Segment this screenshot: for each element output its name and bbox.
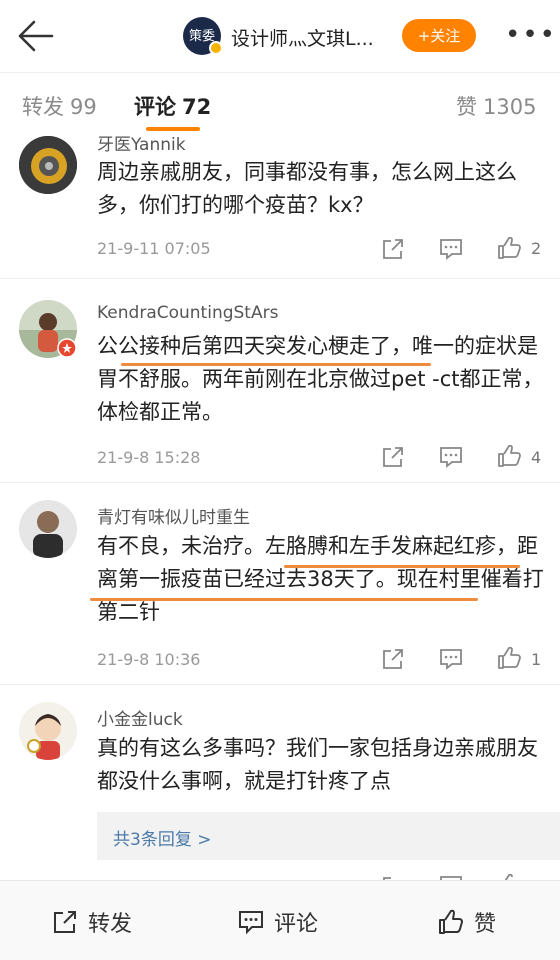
tab-repost-count: 99 — [70, 95, 97, 119]
avatar[interactable] — [19, 702, 77, 760]
comment-username[interactable]: 青灯有味似儿时重生 — [97, 503, 250, 528]
comment-username[interactable]: KendraCountingStArs — [97, 303, 278, 323]
comment-time: 21-9-8 15:28 — [97, 448, 201, 467]
bottom-action-bar: 转发 评论 赞 — [0, 880, 560, 960]
comment-label: 评论 — [274, 912, 319, 937]
comment-icon[interactable] — [438, 647, 464, 671]
share-icon[interactable] — [380, 647, 406, 671]
comment-icon[interactable] — [438, 445, 464, 469]
like-icon[interactable] — [496, 236, 522, 260]
comment-button[interactable]: 评论 — [238, 907, 318, 937]
comment-list: 牙医Yannik 周边亲戚朋友，同事都没有事，怎么网上这么多，你们打的哪个疫苗？… — [0, 136, 560, 880]
like-count: 4 — [531, 448, 542, 467]
tab-bar: 转发 99 评论 72 赞 1305 — [0, 72, 560, 136]
highlight-underline — [284, 565, 520, 568]
tab-repost[interactable]: 转发 99 — [22, 91, 97, 121]
share-icon[interactable] — [380, 237, 406, 261]
comment-time-visible: 21-9-8 10:36 — [97, 650, 201, 669]
like-icon[interactable] — [496, 444, 522, 468]
page-title[interactable]: 设计师灬文琪L... — [231, 24, 391, 51]
tab-likes-count: 1305 — [483, 95, 537, 119]
avatar[interactable] — [19, 500, 77, 558]
tab-comments-count: 72 — [182, 95, 212, 119]
share-icon[interactable] — [380, 445, 406, 469]
like-count: 1 — [531, 650, 542, 669]
back-arrow-icon[interactable] — [12, 16, 56, 56]
like-button[interactable]: 赞 — [438, 907, 496, 937]
reply-box[interactable]: 共3条回复 > — [97, 812, 560, 860]
comment-username[interactable]: 牙医Yannik — [97, 136, 186, 155]
like-icon[interactable] — [496, 646, 522, 670]
comment-time: 21-9-11 07:05 — [97, 239, 211, 258]
comment-icon — [239, 911, 263, 935]
verified-badge-icon — [209, 41, 223, 55]
comment-text: 周边亲戚朋友，同事都没有事，怎么网上这么多，你们打的哪个疫苗？kx？ — [97, 160, 517, 217]
like-icon — [439, 909, 463, 934]
comment-text: 有不良，未治疗。左胳膊和左手发麻起红疹，距离第一振疫苗已经过去38天了。现在村里… — [97, 534, 544, 624]
repost-icon — [54, 911, 76, 933]
divider — [0, 278, 560, 279]
comment-icon[interactable] — [438, 237, 464, 261]
author-avatar-text: 策委 — [188, 28, 215, 44]
like-icon[interactable] — [496, 873, 522, 880]
comment-text: 公公接种后第四天突发心梗走了，唯一的症状是胃不舒服。两年前刚在北京做过pet -… — [97, 334, 544, 424]
comment-username[interactable]: 小金金luck — [97, 705, 183, 730]
repost-button[interactable]: 转发 — [52, 907, 132, 937]
highlight-underline — [121, 363, 431, 366]
comment-text: 真的有这么多事吗？我们一家包括身边亲戚朋友都没什么事啊，就是打针疼了点 — [97, 736, 538, 793]
tab-likes[interactable]: 赞 1305 — [456, 91, 536, 121]
like-label: 赞 — [474, 912, 497, 937]
divider — [0, 684, 560, 685]
highlight-underline — [90, 598, 478, 601]
tab-likes-label: 赞 — [456, 95, 477, 119]
active-tab-indicator — [146, 127, 200, 131]
tab-comments[interactable]: 评论 72 — [134, 91, 211, 121]
follow-button[interactable]: +关注 — [402, 19, 476, 52]
top-bar: 策委 设计师灬文琪L... +关注 ••• — [0, 0, 560, 72]
tab-comments-label: 评论 — [134, 95, 176, 119]
badge-icon — [57, 338, 77, 358]
divider — [0, 482, 560, 483]
repost-label: 转发 — [88, 912, 133, 937]
like-count: 2 — [531, 239, 542, 258]
tab-repost-label: 转发 — [22, 95, 64, 119]
avatar[interactable] — [19, 136, 77, 194]
more-icon[interactable]: ••• — [505, 22, 555, 48]
view-replies-link[interactable]: 共3条回复 > — [113, 825, 211, 850]
